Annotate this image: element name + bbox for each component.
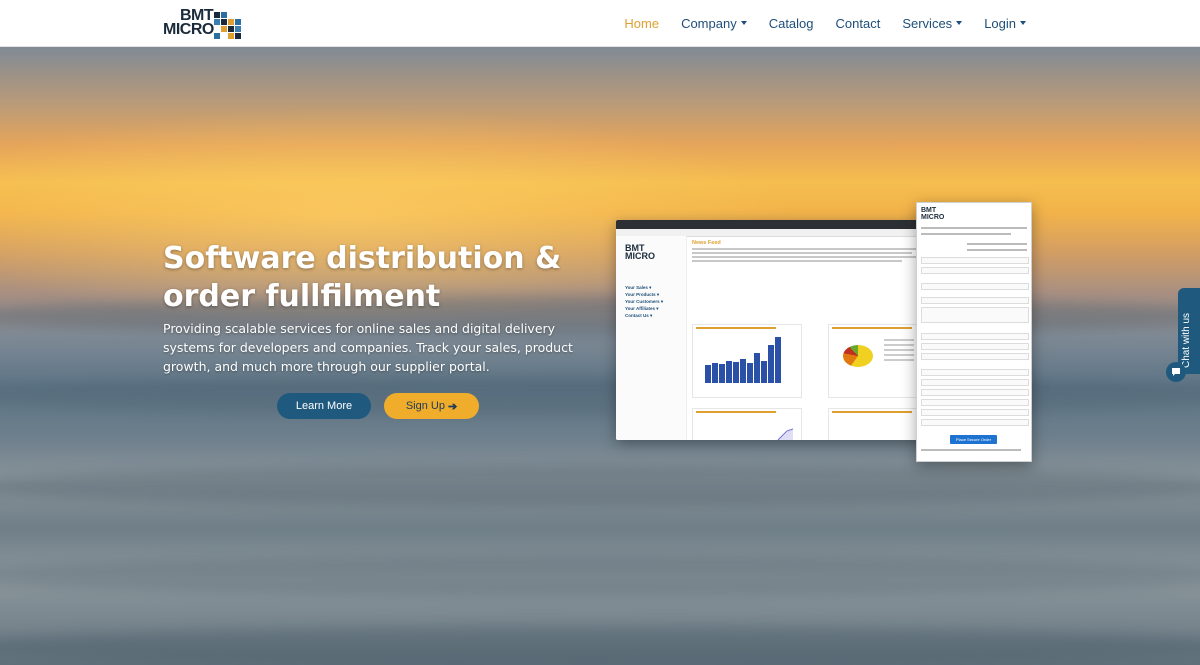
line-chart-panel xyxy=(692,408,802,440)
nav-catalog-label: Catalog xyxy=(768,15,814,31)
order-total-line xyxy=(967,243,1027,245)
portal-sidebar: BMT MICRO Your Sales ▾ Your Products ▾ Y… xyxy=(616,236,687,440)
nav-contact-label: Contact xyxy=(835,15,881,31)
hero-section: Software distribution & order fullfilmen… xyxy=(0,46,1200,665)
form-field xyxy=(921,389,1029,396)
main-nav: Home Company Catalog Contact Services Lo… xyxy=(602,0,1026,46)
panel-title xyxy=(696,411,776,413)
order-total-line xyxy=(967,249,1027,251)
form-field xyxy=(921,267,1029,274)
pie-legend xyxy=(884,339,914,364)
form-field xyxy=(921,297,1029,304)
portal-menu: Your Sales ▾ Your Products ▾ Your Custom… xyxy=(625,284,663,319)
ocean-wave xyxy=(0,626,1200,665)
form-field xyxy=(921,283,1029,290)
sign-up-label: Sign Up xyxy=(405,400,445,412)
caret-down-icon xyxy=(956,21,963,25)
ocean-wave xyxy=(0,556,1200,596)
form-field xyxy=(921,409,1029,416)
footer-line xyxy=(921,449,1021,451)
pie-chart-thumbnail xyxy=(843,345,873,367)
nav-company[interactable]: Company xyxy=(681,16,747,31)
portal-logo: BMT MICRO xyxy=(625,244,655,261)
nav-catalog[interactable]: Catalog xyxy=(769,16,814,31)
sales-bar-chart-panel xyxy=(692,324,802,398)
nav-services-label: Services xyxy=(902,15,953,31)
portal-menu-item: Your Products ▾ xyxy=(625,292,660,297)
portal-logo-line-2: MICRO xyxy=(625,251,655,261)
portal-main: News Feed xyxy=(692,240,927,262)
nav-company-label: Company xyxy=(681,15,737,31)
nav-home-label: Home xyxy=(624,15,660,31)
chat-tab-label: Chat with us xyxy=(1181,312,1192,368)
checkout-logo-line-2: MICRO xyxy=(921,214,945,221)
logo-wordmark: BMT MICRO xyxy=(163,8,214,38)
browser-titlebar xyxy=(616,220,931,229)
portal-menu-item: Your Sales ▾ xyxy=(625,285,652,290)
line-chart-thumbnail xyxy=(777,428,794,440)
form-field xyxy=(921,333,1029,340)
checkout-logo-line-1: BMT xyxy=(921,207,937,214)
sign-up-button[interactable]: Sign Up ➔ xyxy=(384,393,479,419)
learn-more-button[interactable]: Learn More xyxy=(277,393,371,419)
order-table-line xyxy=(921,227,1027,229)
portal-menu-item: Your Affiliates ▾ xyxy=(625,306,659,311)
form-field xyxy=(921,399,1029,406)
logo-line-2: MICRO xyxy=(163,21,214,38)
checkout-screenshot: BMT MICRO Place Secure Order xyxy=(916,202,1032,462)
supplier-portal-screenshot: BMT MICRO Your Sales ▾ Your Products ▾ Y… xyxy=(616,220,931,440)
order-table-line xyxy=(921,233,1011,235)
learn-more-label: Learn More xyxy=(295,400,353,412)
top-navbar: BMT MICRO Home Company Catalog Contact S… xyxy=(0,0,1200,47)
hero-description: Providing scalable services for online s… xyxy=(163,321,573,374)
panel-title xyxy=(832,327,912,329)
form-field xyxy=(921,379,1029,386)
form-field xyxy=(921,353,1029,360)
form-field xyxy=(921,257,1029,264)
bar-chart-thumbnail xyxy=(705,337,782,383)
hero-title: Software distribution & order fullfilmen… xyxy=(163,241,562,314)
chat-with-us-tab[interactable]: Chat with us xyxy=(1178,288,1200,374)
caret-down-icon xyxy=(740,21,747,25)
form-field xyxy=(921,369,1029,376)
panel-title xyxy=(832,411,912,413)
news-feed-text xyxy=(692,248,927,262)
portal-menu-item: Contact Us ▾ xyxy=(625,313,653,318)
checkout-logo: BMT MICRO xyxy=(921,207,944,221)
arrow-right-icon: ➔ xyxy=(447,400,458,413)
portal-menu-item: Your Customers ▾ xyxy=(625,299,664,304)
nav-login-label: Login xyxy=(984,15,1016,31)
chat-bubble-icon[interactable] xyxy=(1166,362,1186,382)
news-feed-title: News Feed xyxy=(692,240,721,246)
bmt-micro-logo[interactable]: BMT MICRO xyxy=(163,8,247,39)
caret-down-icon xyxy=(1020,21,1026,25)
logo-squares-icon xyxy=(214,12,244,39)
panel-title xyxy=(696,327,776,329)
form-field xyxy=(921,419,1029,426)
nav-services[interactable]: Services xyxy=(902,15,963,31)
place-secure-order-button: Place Secure Order xyxy=(950,435,997,444)
form-field xyxy=(921,307,1029,323)
form-field xyxy=(921,343,1029,350)
nav-login[interactable]: Login xyxy=(984,16,1026,31)
ocean-wave xyxy=(0,466,1200,506)
nav-contact[interactable]: Contact xyxy=(836,16,881,31)
nav-home[interactable]: Home xyxy=(624,16,659,31)
